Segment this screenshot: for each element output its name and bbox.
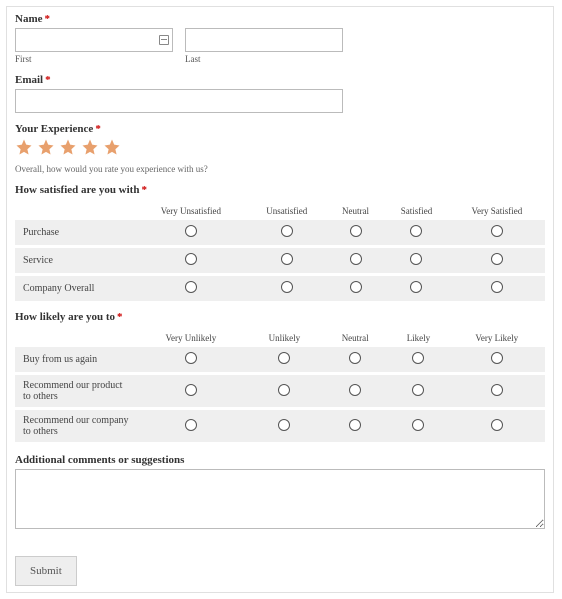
required-asterisk: *: [141, 184, 147, 196]
col-header: Unsatisfied: [247, 202, 327, 220]
comments-label: Additional comments or suggestions: [15, 454, 545, 466]
submit-button[interactable]: Submit: [15, 556, 77, 586]
radio-option[interactable]: [281, 281, 293, 293]
table-row: Service: [15, 247, 545, 275]
row-label: Company Overall: [15, 275, 135, 302]
contact-card-icon: [159, 35, 169, 45]
name-field: Name* First Last: [15, 13, 545, 64]
radio-option[interactable]: [491, 384, 503, 396]
likelihood-matrix: Very Unlikely Unlikely Neutral Likely Ve…: [15, 329, 545, 442]
radio-option[interactable]: [412, 384, 424, 396]
star-icon[interactable]: [37, 138, 55, 159]
satisfaction-matrix: Very Unsatisfied Unsatisfied Neutral Sat…: [15, 202, 545, 301]
row-label: Service: [15, 247, 135, 275]
radio-option[interactable]: [281, 253, 293, 265]
table-row: Recommend our product to others: [15, 374, 545, 409]
star-icon[interactable]: [59, 138, 77, 159]
email-label: Email*: [15, 74, 545, 86]
row-label: Recommend our company to others: [15, 409, 135, 443]
radio-option[interactable]: [350, 253, 362, 265]
radio-option[interactable]: [491, 225, 503, 237]
likelihood-label: How likely are you to*: [15, 311, 545, 323]
required-asterisk: *: [45, 13, 51, 25]
radio-option[interactable]: [491, 281, 503, 293]
comments-textarea[interactable]: [15, 469, 545, 529]
email-input[interactable]: [15, 89, 343, 113]
radio-option[interactable]: [350, 225, 362, 237]
name-label: Name*: [15, 13, 545, 25]
row-label: Buy from us again: [15, 347, 135, 374]
radio-option[interactable]: [350, 281, 362, 293]
name-label-text: Name: [15, 13, 43, 25]
satisfaction-label-text: How satisfied are you with: [15, 184, 139, 196]
table-row: Buy from us again: [15, 347, 545, 374]
col-header: Very Unlikely: [135, 329, 247, 347]
radio-option[interactable]: [185, 253, 197, 265]
likelihood-section: How likely are you to* Very Unlikely Unl…: [15, 311, 545, 442]
radio-option[interactable]: [185, 384, 197, 396]
star-icon[interactable]: [15, 138, 33, 159]
satisfaction-section: How satisfied are you with* Very Unsatis…: [15, 184, 545, 301]
star-icon[interactable]: [81, 138, 99, 159]
experience-field: Your Experience* Overall, how would you …: [15, 123, 545, 174]
radio-option[interactable]: [185, 352, 197, 364]
experience-label-text: Your Experience: [15, 123, 93, 135]
form-container: Name* First Last Email* Your Experience*: [6, 6, 554, 593]
radio-option[interactable]: [281, 225, 293, 237]
radio-option[interactable]: [410, 253, 422, 265]
experience-label: Your Experience*: [15, 123, 545, 135]
table-row: Company Overall: [15, 275, 545, 302]
table-row: Purchase: [15, 220, 545, 247]
first-sublabel: First: [15, 54, 173, 64]
likelihood-label-text: How likely are you to: [15, 311, 115, 323]
col-header: Neutral: [322, 329, 389, 347]
satisfaction-label: How satisfied are you with*: [15, 184, 545, 196]
radio-option[interactable]: [491, 419, 503, 431]
col-header: Likely: [388, 329, 448, 347]
experience-help: Overall, how would you rate you experien…: [15, 164, 545, 174]
last-name-input[interactable]: [185, 28, 343, 52]
required-asterisk: *: [95, 123, 101, 135]
star-icon[interactable]: [103, 138, 121, 159]
radio-option[interactable]: [349, 384, 361, 396]
radio-option[interactable]: [412, 419, 424, 431]
radio-option[interactable]: [410, 281, 422, 293]
radio-option[interactable]: [410, 225, 422, 237]
radio-option[interactable]: [491, 253, 503, 265]
star-rating[interactable]: [15, 138, 545, 159]
row-label: Recommend our product to others: [15, 374, 135, 409]
col-header: Neutral: [327, 202, 384, 220]
radio-option[interactable]: [491, 352, 503, 364]
comments-field: Additional comments or suggestions: [15, 454, 545, 532]
first-name-input[interactable]: [15, 28, 173, 52]
email-field: Email*: [15, 74, 545, 113]
radio-option[interactable]: [278, 419, 290, 431]
radio-option[interactable]: [185, 225, 197, 237]
col-header: Very Satisfied: [449, 202, 545, 220]
radio-option[interactable]: [349, 352, 361, 364]
last-sublabel: Last: [185, 54, 343, 64]
radio-option[interactable]: [278, 384, 290, 396]
required-asterisk: *: [45, 74, 51, 86]
email-label-text: Email: [15, 74, 43, 86]
col-header: Very Unsatisfied: [135, 202, 247, 220]
radio-option[interactable]: [185, 281, 197, 293]
row-label: Purchase: [15, 220, 135, 247]
col-header: Very Likely: [448, 329, 545, 347]
col-header: Unlikely: [247, 329, 322, 347]
radio-option[interactable]: [349, 419, 361, 431]
required-asterisk: *: [117, 311, 123, 323]
col-header: Satisfied: [384, 202, 449, 220]
radio-option[interactable]: [185, 419, 197, 431]
radio-option[interactable]: [278, 352, 290, 364]
table-row: Recommend our company to others: [15, 409, 545, 443]
radio-option[interactable]: [412, 352, 424, 364]
